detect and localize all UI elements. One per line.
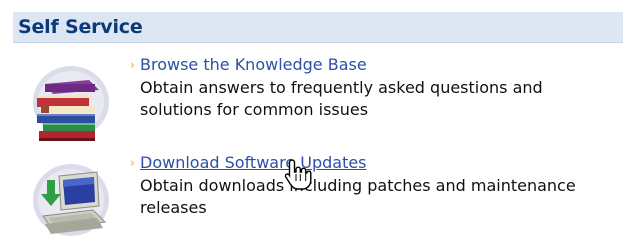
section-header: Self Service bbox=[13, 12, 623, 43]
section-title: Self Service bbox=[18, 16, 143, 38]
hand-cursor-icon bbox=[283, 158, 313, 192]
item-description: Obtain answers to frequently asked quest… bbox=[140, 78, 543, 119]
bullet-icon: › bbox=[130, 58, 135, 72]
browse-knowledge-base-link[interactable]: Browse the Knowledge Base bbox=[140, 53, 367, 77]
download-software-updates-link[interactable]: Download Software Updates bbox=[140, 151, 367, 175]
books-icon bbox=[23, 60, 115, 150]
item-description: Obtain downloads including patches and m… bbox=[140, 176, 576, 217]
computer-download-icon bbox=[23, 158, 115, 248]
list-item-knowledge-base: › Browse the Knowledge Base Obtain answe… bbox=[13, 50, 623, 150]
list-item-software-updates: › Download Software Updates Obtain downl… bbox=[13, 148, 623, 248]
bullet-icon: › bbox=[130, 156, 135, 170]
